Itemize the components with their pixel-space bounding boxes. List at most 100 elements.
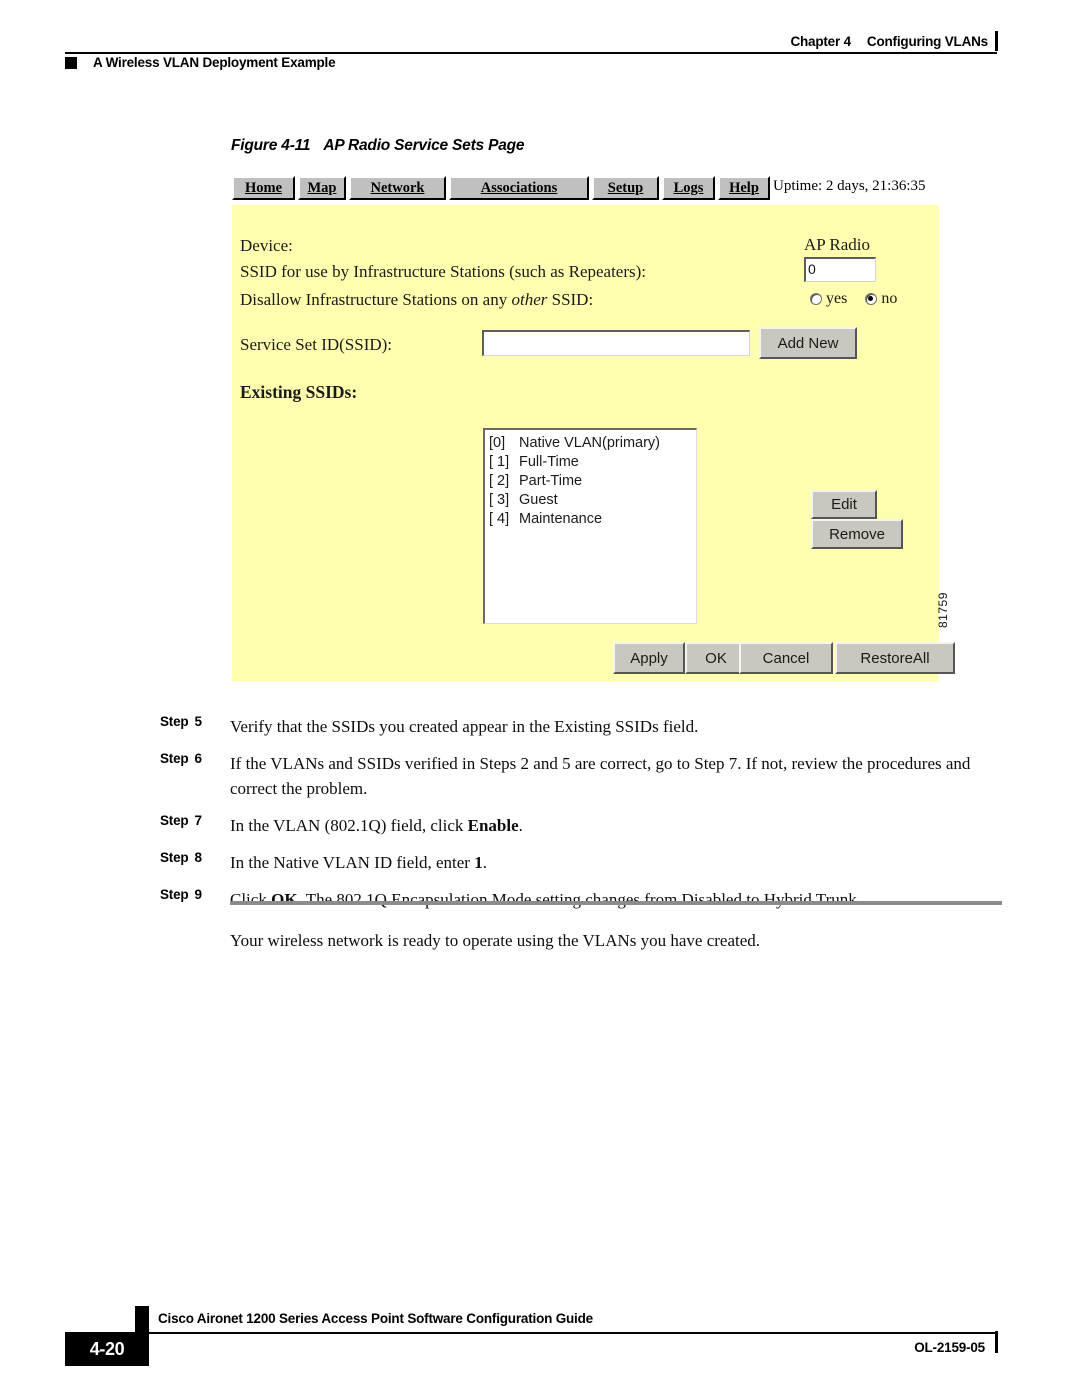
footer-black-marker-icon xyxy=(135,1306,149,1332)
list-item-index: [ 4] xyxy=(489,511,510,527)
disallow-label-part-a: Disallow Infrastructure Stations on any xyxy=(240,290,512,309)
nav-tab-setup-label: Setup xyxy=(607,179,644,196)
list-item[interactable]: [ 3] Guest xyxy=(489,491,693,510)
step-label-word: Step xyxy=(160,887,189,902)
service-set-id-label: Service Set ID(SSID): xyxy=(240,335,393,354)
footer-guide-title: Cisco Aironet 1200 Series Access Point S… xyxy=(158,1311,593,1326)
step-text: In the VLAN (802.1Q) field, click Enable… xyxy=(230,816,523,835)
footer-right-tick xyxy=(995,1331,998,1353)
figure-caption: Figure 4-11 AP Radio Service Sets Page xyxy=(231,137,525,155)
step-label-word: Step xyxy=(160,850,189,865)
header-chapter-number: Chapter 4 xyxy=(790,34,851,49)
radio-no-label: no xyxy=(881,290,898,307)
nav-tab-help[interactable]: Help xyxy=(718,176,770,200)
header-rule xyxy=(65,52,997,54)
nav-tab-setup[interactable]: Setup xyxy=(592,176,659,200)
uptime-status: Uptime: 2 days, 21:36:35 xyxy=(773,178,926,194)
device-label: Device: xyxy=(240,236,293,255)
list-item-index: [0] xyxy=(489,435,506,451)
closing-paragraph: Your wireless network is ready to operat… xyxy=(230,931,761,950)
steps-list: Step 5 Verify that the SSIDs you created … xyxy=(0,714,1080,924)
disallow-radio-group: yes no xyxy=(810,290,915,308)
list-item-name: Part-Time xyxy=(519,473,583,489)
apply-button-label: Apply xyxy=(630,649,668,667)
page-header: Chapter 4 Configuring VLANs A Wireless VL… xyxy=(0,0,1080,90)
list-item-index: [ 2] xyxy=(489,473,510,489)
step-text: Verify that the SSIDs you created appear… xyxy=(230,717,699,736)
nav-tab-map-label: Map xyxy=(307,179,337,196)
step-text: In the Native VLAN ID field, enter 1. xyxy=(230,853,487,872)
step-row: Step 6 If the VLANs and SSIDs verified in… xyxy=(0,751,1080,801)
list-item[interactable]: [ 1] Full-Time xyxy=(489,453,693,472)
radio-no-icon[interactable] xyxy=(865,293,878,305)
figure-number: Figure 4-11 xyxy=(231,137,311,154)
list-item[interactable]: [ 4] Maintenance xyxy=(489,510,693,529)
edit-button[interactable]: Edit xyxy=(811,490,877,519)
remove-button-label: Remove xyxy=(829,525,885,543)
infrastructure-ssid-input[interactable]: 0 xyxy=(804,257,876,282)
footer-document-id: OL-2159-05 xyxy=(914,1340,985,1355)
disallow-label-part-b: SSID: xyxy=(547,290,594,309)
infrastructure-ssid-label: SSID for use by Infrastructure Stations … xyxy=(240,262,647,281)
ok-button-label: OK xyxy=(705,649,727,667)
nav-tab-network-label: Network xyxy=(370,179,425,196)
step-label: Step 8 xyxy=(160,850,220,865)
nav-tab-associations[interactable]: Associations xyxy=(449,176,589,200)
step-number: 5 xyxy=(194,714,202,729)
ok-button[interactable]: OK xyxy=(685,642,747,674)
list-item-name: Maintenance xyxy=(519,511,603,527)
nav-tab-logs[interactable]: Logs xyxy=(662,176,715,200)
radio-yes[interactable]: yes xyxy=(810,290,847,308)
existing-ssids-label: Existing SSIDs: xyxy=(240,382,358,402)
radio-yes-icon[interactable] xyxy=(810,293,822,305)
page-footer: Cisco Aironet 1200 Series Access Point S… xyxy=(0,1300,1080,1390)
step-text: Click OK. The 802.1Q Encapsulation Mode … xyxy=(230,890,861,909)
header-chapter-title: Configuring VLANs xyxy=(866,34,988,49)
nav-tab-map[interactable]: Map xyxy=(298,176,346,200)
list-item-name: Native VLAN(primary) xyxy=(519,435,660,451)
step-number: 6 xyxy=(194,751,202,766)
add-new-button[interactable]: Add New xyxy=(759,327,857,359)
nav-tab-associations-label: Associations xyxy=(480,179,558,196)
step-row: Step 9 Click OK. The 802.1Q Encapsulation… xyxy=(0,887,1080,912)
nav-tab-logs-label: Logs xyxy=(673,179,704,196)
step-row: Step 5 Verify that the SSIDs you created … xyxy=(0,714,1080,739)
step-label: Step 7 xyxy=(160,813,220,828)
step-label-word: Step xyxy=(160,751,189,766)
remove-button[interactable]: Remove xyxy=(811,519,903,549)
device-value: AP Radio xyxy=(804,235,870,254)
nav-tab-network[interactable]: Network xyxy=(349,176,446,200)
restore-all-button-label: RestoreAll xyxy=(860,649,930,667)
restore-all-button[interactable]: RestoreAll xyxy=(835,642,955,674)
figure-title: AP Radio Service Sets Page xyxy=(323,137,525,154)
cancel-button[interactable]: Cancel xyxy=(739,642,833,674)
nav-tab-help-label: Help xyxy=(729,179,759,196)
step-label-word: Step xyxy=(160,714,189,729)
step-row: Step 8 In the Native VLAN ID field, enter… xyxy=(0,850,1080,875)
apply-button[interactable]: Apply xyxy=(613,642,685,674)
service-set-id-input[interactable] xyxy=(482,330,750,356)
section-divider xyxy=(230,901,1002,905)
disallow-label-italic: other xyxy=(511,290,548,309)
step-number: 8 xyxy=(194,850,202,865)
footer-rule xyxy=(65,1332,997,1334)
service-sets-panel: Device: AP Radio SSID for use by Infrast… xyxy=(232,205,955,681)
step-label: Step 5 xyxy=(160,714,220,729)
header-bullet-square-icon xyxy=(65,57,77,69)
nav-tab-home-label: Home xyxy=(244,179,283,196)
list-item[interactable]: [0] Native VLAN(primary) xyxy=(489,434,693,453)
cancel-button-label: Cancel xyxy=(762,649,810,667)
radio-no[interactable]: no xyxy=(865,290,897,308)
existing-ssids-listbox[interactable]: [0] Native VLAN(primary) [ 1] Full-Time [ … xyxy=(483,428,697,624)
step-number: 9 xyxy=(194,887,202,902)
header-section-title: A Wireless VLAN Deployment Example xyxy=(93,55,336,70)
list-item-index: [ 1] xyxy=(489,454,510,470)
figure-screenshot-ap-radio-service-sets: Home Map Network Associations Setup Logs… xyxy=(232,176,955,681)
edit-button-label: Edit xyxy=(831,496,857,513)
list-item-name: Guest xyxy=(519,492,558,508)
nav-tab-home[interactable]: Home xyxy=(232,176,295,200)
list-item[interactable]: [ 2] Part-Time xyxy=(489,472,693,491)
list-item-name: Full-Time xyxy=(519,454,579,470)
add-new-button-label: Add New xyxy=(777,334,839,352)
footer-page-number: 4-20 xyxy=(65,1332,149,1366)
